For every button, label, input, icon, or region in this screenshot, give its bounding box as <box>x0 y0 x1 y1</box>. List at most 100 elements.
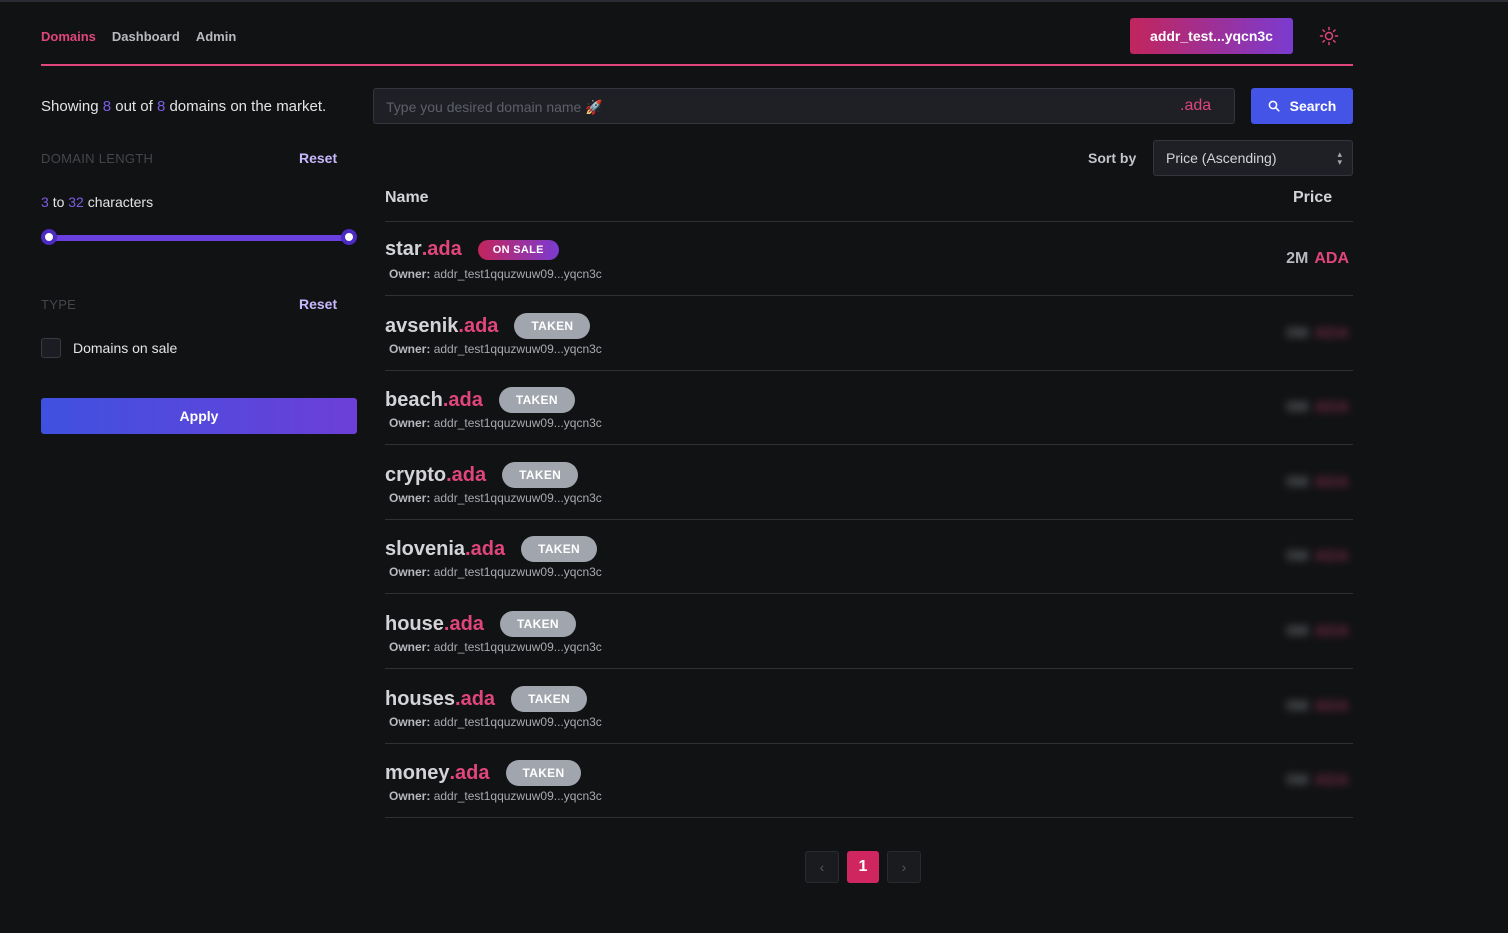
nav-link-admin[interactable]: Admin <box>196 29 236 44</box>
domain-tld: .ada <box>421 238 462 260</box>
owner-address: addr_test1qquzwuw09...yqcn3c <box>433 715 602 729</box>
price: 0M ADA <box>1286 772 1349 790</box>
price: 0M ADA <box>1286 325 1349 343</box>
owner-label: Owner: <box>389 565 431 579</box>
type-reset-button[interactable]: Reset <box>299 296 337 312</box>
domain-name[interactable]: slovenia .ada TAKEN <box>385 536 598 562</box>
top-nav: Domains Dashboard Admin addr_test...yqcn… <box>41 18 1353 66</box>
price-currency: ADA <box>1314 250 1349 267</box>
domain-row[interactable]: houses .ada TAKEN Owner: addr_test1qquzwuw0… <box>385 670 1353 744</box>
domains-on-sale-checkbox[interactable] <box>41 338 61 358</box>
owner-label: Owner: <box>389 640 431 654</box>
sort-selected-value: Price (Ascending) <box>1166 150 1277 166</box>
next-page-button[interactable]: › <box>887 851 921 883</box>
domain-tld: .ada <box>442 388 483 411</box>
owner-label: Owner: <box>389 491 431 505</box>
owner-address: addr_test1qquzwuw09...yqcn3c <box>433 342 602 356</box>
price-value: 0M <box>1286 772 1309 789</box>
price: 0M ADA <box>1286 474 1349 492</box>
domain-name[interactable]: house .ada TAKEN <box>385 611 576 637</box>
owner-address: addr_test1qquzwuw09...yqcn3c <box>433 789 602 803</box>
nav-link-domains[interactable]: Domains <box>41 29 96 44</box>
summary-prefix: Showing <box>41 98 99 115</box>
results-summary: Showing 8 out of 8 domains on the market… <box>41 98 326 115</box>
domain-row[interactable]: beach .ada TAKEN Owner: addr_test1qquzwuw09… <box>385 371 1353 445</box>
domain-row[interactable]: money .ada TAKEN Owner: addr_test1qquzwuw09… <box>385 744 1353 818</box>
domain-label: slovenia <box>385 537 466 560</box>
domains-on-sale-label[interactable]: Domains on sale <box>73 340 177 356</box>
length-slider-max-handle[interactable] <box>341 229 357 245</box>
domain-row[interactable]: star .ada ON SALE Owner: addr_test1qquzwuw0… <box>385 222 1353 296</box>
owner-text: Owner: addr_test1qquzwuw09...yqcn3c <box>389 416 602 430</box>
length-slider-min-handle[interactable] <box>41 229 57 245</box>
length-unit: characters <box>87 194 154 210</box>
status-badge: TAKEN <box>505 760 582 786</box>
domain-row[interactable]: avsenik .ada TAKEN Owner: addr_test1qquzwuw… <box>385 297 1353 371</box>
owner-label: Owner: <box>389 267 431 281</box>
search-input[interactable] <box>386 97 1166 117</box>
status-badge: TAKEN <box>502 462 579 488</box>
status-badge: TAKEN <box>514 313 591 339</box>
apply-button[interactable]: Apply <box>41 398 357 434</box>
owner-text: Owner: addr_test1qquzwuw09...yqcn3c <box>389 565 602 579</box>
owner-text: Owner: addr_test1qquzwuw09...yqcn3c <box>389 789 602 803</box>
price-currency: ADA <box>1314 548 1349 565</box>
price: 0M ADA <box>1286 698 1349 716</box>
type-title: TYPE <box>41 297 77 312</box>
domain-tld: .ada <box>455 687 496 710</box>
prev-page-button[interactable]: ‹ <box>805 851 839 883</box>
owner-text: Owner: addr_test1qquzwuw09...yqcn3c <box>389 715 602 729</box>
domain-name[interactable]: houses .ada TAKEN <box>385 686 588 712</box>
status-badge: TAKEN <box>521 536 598 562</box>
search-icon <box>1268 100 1280 112</box>
row-divider <box>385 295 1353 296</box>
price-currency: ADA <box>1314 623 1349 640</box>
price: 0M ADA <box>1286 399 1349 417</box>
domain-length-reset-button[interactable]: Reset <box>299 150 337 166</box>
sort-select[interactable]: Price (Ascending) ▴ ▾ <box>1153 140 1353 176</box>
price: 2M ADA <box>1286 250 1349 268</box>
owner-address: addr_test1qquzwuw09...yqcn3c <box>433 565 602 579</box>
status-badge: TAKEN <box>498 387 575 413</box>
owner-text: Owner: addr_test1qquzwuw09...yqcn3c <box>389 342 602 356</box>
status-badge: TAKEN <box>511 686 588 712</box>
domain-row[interactable]: crypto .ada TAKEN Owner: addr_test1qquzwuw0… <box>385 446 1353 520</box>
price-value: 0M <box>1286 325 1309 342</box>
domain-label: avsenik <box>385 314 459 337</box>
domain-row[interactable]: slovenia .ada TAKEN Owner: addr_test1qquzwu… <box>385 520 1353 594</box>
domain-name[interactable]: money .ada TAKEN <box>385 760 582 786</box>
owner-label: Owner: <box>389 416 431 430</box>
owner-label: Owner: <box>389 342 431 356</box>
owner-address: addr_test1qquzwuw09...yqcn3c <box>433 491 602 505</box>
name-column-header: Name <box>385 189 429 206</box>
domain-name[interactable]: avsenik .ada TAKEN <box>385 313 591 339</box>
price-currency: ADA <box>1314 698 1349 715</box>
price-value: 0M <box>1286 548 1309 565</box>
domain-name[interactable]: crypto .ada TAKEN <box>385 462 579 488</box>
nav-link-dashboard[interactable]: Dashboard <box>112 29 180 44</box>
nav-links: Domains Dashboard Admin <box>41 29 236 44</box>
domain-row[interactable]: house .ada TAKEN Owner: addr_test1qquzwuw09… <box>385 595 1353 669</box>
domain-tld: .ada <box>458 314 499 337</box>
length-slider-track[interactable] <box>48 235 349 241</box>
length-range-text: 3 to 32 characters <box>41 194 153 210</box>
search-suffix: .ada <box>1180 97 1212 114</box>
price-currency: ADA <box>1314 474 1349 491</box>
owner-text: Owner: addr_test1qquzwuw09...yqcn3c <box>389 640 602 654</box>
search-button[interactable]: Search <box>1251 88 1353 124</box>
domain-length-title: DOMAIN LENGTH <box>41 151 154 166</box>
owner-address: addr_test1qquzwuw09...yqcn3c <box>433 640 602 654</box>
wallet-button[interactable]: addr_test...yqcn3c <box>1130 18 1293 54</box>
price-column-header: Price <box>1293 189 1333 206</box>
owner-label: Owner: <box>389 715 431 729</box>
price: 0M ADA <box>1286 548 1349 566</box>
domain-tld: .ada <box>465 537 506 560</box>
theme-toggle-button[interactable] <box>1317 24 1341 48</box>
summary-middle: out of <box>115 98 153 115</box>
domain-name[interactable]: star .ada ON SALE <box>385 238 559 261</box>
domain-name[interactable]: beach .ada TAKEN <box>385 387 575 413</box>
search-button-label: Search <box>1289 98 1337 114</box>
page-button-current[interactable]: 1 <box>847 851 879 883</box>
select-arrows-icon: ▴ ▾ <box>1337 149 1342 167</box>
domain-label: house <box>385 612 444 635</box>
